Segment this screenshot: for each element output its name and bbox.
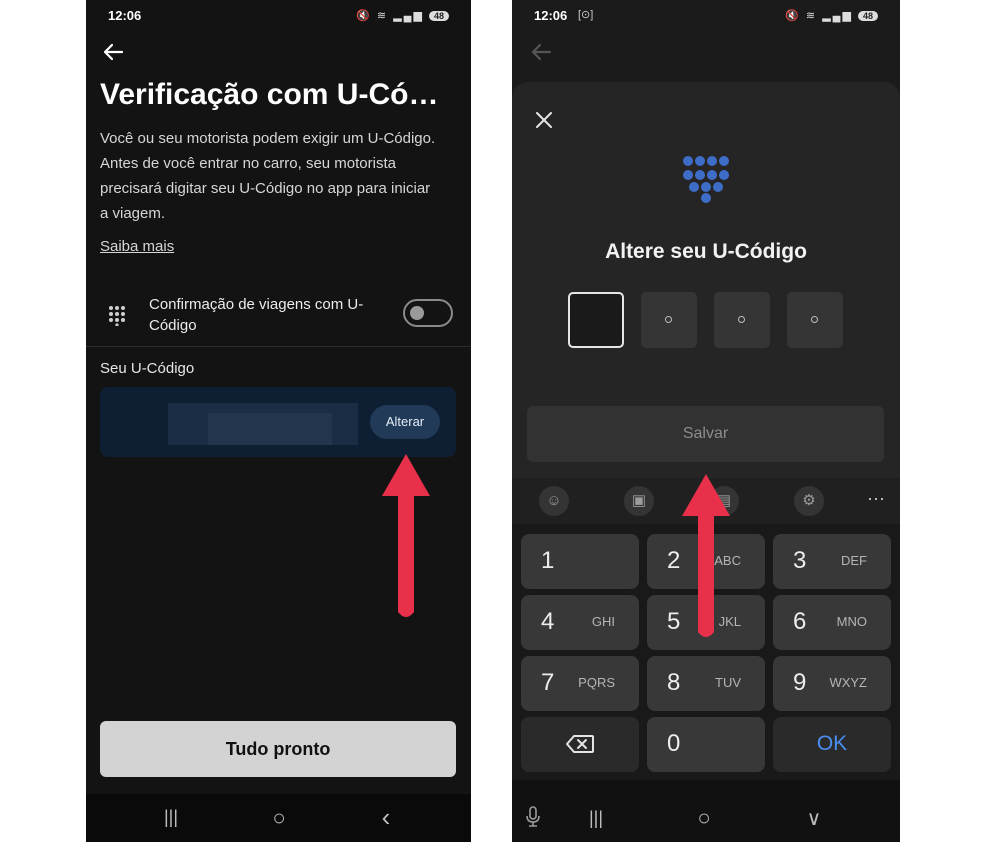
hide-keyboard-button[interactable]: ∨	[799, 806, 829, 831]
code-digit-box-3[interactable]	[714, 292, 770, 348]
page-title: Verificação com U-Có…	[100, 78, 439, 111]
description-text: Você ou seu motorista podem exigir um U-…	[100, 130, 436, 222]
placeholder-dot	[738, 316, 745, 323]
sticker-icon[interactable]: ▣	[624, 486, 654, 516]
emoji-icon[interactable]: ☺	[539, 486, 569, 516]
system-nav-bar: ||| ○ ‹	[86, 794, 471, 842]
home-button[interactable]: ○	[689, 805, 719, 831]
system-nav-bar: ||| ○ ∨	[512, 780, 900, 842]
backspace-icon	[566, 735, 594, 753]
ucode-value-redacted-inner	[208, 413, 332, 445]
modal-title: Altere seu U-Código	[605, 240, 807, 263]
key-3[interactable]: 3 DEF	[773, 534, 891, 589]
code-digit-box-2[interactable]	[641, 292, 697, 348]
toggle-row[interactable]: Confirmação de viagens com U-Código	[100, 292, 455, 342]
annotation-arrow-icon	[382, 454, 430, 617]
close-icon[interactable]	[534, 110, 554, 130]
key-1[interactable]: 1	[521, 534, 639, 589]
learn-more-link[interactable]: Saiba mais	[100, 238, 174, 255]
change-code-button[interactable]: Alterar	[370, 405, 440, 439]
microphone-icon[interactable]	[525, 806, 541, 828]
key-6[interactable]: 6 MNO	[773, 595, 891, 650]
ucode-section-label: Seu U-Código	[100, 360, 195, 377]
change-code-sheet: Altere seu U-Código Salvar	[512, 82, 900, 524]
keypad-icon	[109, 306, 125, 326]
keypad-icon	[683, 156, 729, 203]
screenshot-icon: [⊙]	[578, 9, 594, 21]
left-phone-screen: 12:06 🔇 ≋ ▂▄▆ 48 Verificação com U-Có… V…	[86, 0, 471, 842]
toggle-label: Confirmação de viagens com U-Código	[149, 296, 364, 334]
status-icons: 🔇 ≋ ▂▄▆ 48	[785, 9, 878, 22]
status-time: 12:06	[534, 8, 568, 23]
key-9[interactable]: 9 WXYZ	[773, 656, 891, 711]
done-button[interactable]: Tudo pronto	[100, 721, 456, 777]
signal-icon: ▂▄▆	[822, 10, 853, 22]
divider	[86, 346, 471, 347]
recents-button[interactable]: |||	[581, 808, 611, 829]
backspace-key[interactable]	[521, 717, 639, 772]
placeholder-dot	[811, 316, 818, 323]
arrow-left-icon[interactable]	[102, 42, 124, 62]
right-phone-screen: 12:06 [⊙] 🔇 ≋ ▂▄▆ 48 Altere seu U-Código…	[512, 0, 900, 842]
arrow-left-icon	[531, 43, 552, 61]
key-0[interactable]: 0	[647, 717, 765, 772]
settings-icon[interactable]: ⚙	[794, 486, 824, 516]
back-button[interactable]: ‹	[371, 802, 401, 833]
wifi-icon: ≋	[805, 10, 818, 22]
status-time: 12:06	[108, 8, 142, 23]
home-button[interactable]: ○	[264, 805, 294, 831]
ucode-toggle-switch[interactable]	[403, 299, 453, 327]
status-icons: 🔇 ≋ ▂▄▆ 48	[356, 9, 449, 22]
wifi-icon: ≋	[376, 10, 389, 22]
key-4[interactable]: 4 GHI	[521, 595, 639, 650]
more-options-icon[interactable]: ···	[867, 488, 885, 509]
mute-icon: 🔇	[785, 10, 801, 22]
key-8[interactable]: 8 TUV	[647, 656, 765, 711]
save-button[interactable]: Salvar	[527, 406, 884, 462]
annotation-arrow-icon	[682, 474, 730, 637]
signal-icon: ▂▄▆	[393, 10, 424, 22]
toggle-knob	[410, 306, 424, 320]
placeholder-dot	[665, 316, 672, 323]
recents-button[interactable]: |||	[156, 807, 186, 828]
code-digit-box-4[interactable]	[787, 292, 843, 348]
battery-indicator: 48	[428, 11, 449, 21]
mute-icon: 🔇	[356, 10, 372, 22]
ok-key[interactable]: OK	[773, 717, 891, 772]
key-7[interactable]: 7 PQRS	[521, 656, 639, 711]
code-digit-box-1[interactable]	[568, 292, 624, 348]
ucode-card: Alterar	[100, 387, 456, 457]
battery-indicator: 48	[857, 11, 878, 21]
